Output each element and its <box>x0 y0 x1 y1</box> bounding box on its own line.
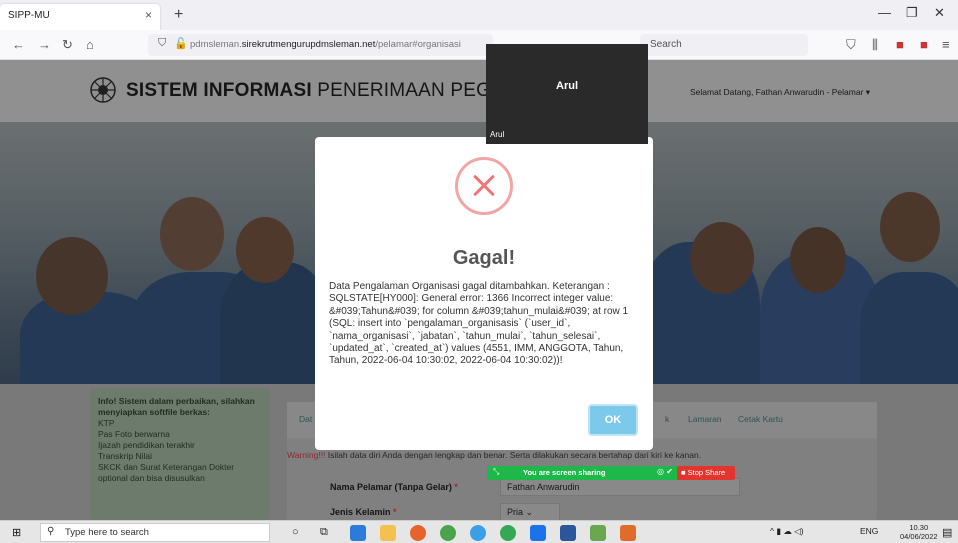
browser-search-box[interactable]: Search <box>640 34 808 56</box>
shield-icon[interactable]: ⛉ <box>158 37 166 50</box>
address-bar[interactable]: ⛉ 🔓 pdmsleman.sirekrutmengurupdmsleman.n… <box>148 34 493 56</box>
task-view-icon[interactable]: ⧉ <box>320 526 328 539</box>
app-icon[interactable] <box>590 525 606 541</box>
tray-icons[interactable]: ^ ▮ ☁ ◁) <box>770 526 804 537</box>
chrome-profile-icon[interactable] <box>500 525 516 541</box>
minimize-window-icon[interactable]: — <box>878 5 891 20</box>
menu-icon[interactable]: ≡ <box>942 37 950 52</box>
forward-icon[interactable]: → <box>38 37 51 52</box>
extension-icon[interactable]: ■ <box>920 37 928 52</box>
search-icon: ⚲ <box>47 526 55 537</box>
taskbar-app-icon[interactable] <box>350 525 366 541</box>
chrome-icon[interactable] <box>440 525 456 541</box>
url-text: pdmsleman.sirekrutmengurupdmsleman.net/p… <box>190 39 461 50</box>
extension-icon[interactable]: ■ <box>896 37 904 52</box>
app-icon[interactable] <box>530 525 546 541</box>
participant-name: Arul <box>556 80 578 92</box>
screen-share-bar[interactable]: ⤡ You are screen sharing ◎ ✔ ■ Stop Shar… <box>487 466 735 480</box>
dialog-message: Data Pengalaman Organisasi gagal ditamba… <box>329 281 629 367</box>
file-explorer-icon[interactable] <box>380 525 396 541</box>
ok-button[interactable]: OK <box>588 404 638 436</box>
reload-icon[interactable]: ↻ <box>62 37 73 53</box>
drag-handle-icon[interactable]: ⤡ <box>493 467 499 477</box>
windows-taskbar: ⊞ ⚲ Type here to search ○ ⧉ ^ ▮ ☁ ◁) ENG… <box>0 520 958 543</box>
firefox-icon[interactable] <box>410 525 426 541</box>
share-status-icon: ◎ ✔ <box>657 467 673 476</box>
system-clock[interactable]: 10.30 04/06/2022 <box>900 523 938 541</box>
browser-app-icon[interactable] <box>470 525 486 541</box>
error-x-icon <box>455 157 513 215</box>
taskbar-search-placeholder: Type here to search <box>65 527 149 538</box>
close-tab-icon[interactable]: × <box>145 8 152 22</box>
new-tab-button[interactable]: + <box>174 6 183 24</box>
taskbar-search-box[interactable]: ⚲ Type here to search <box>40 523 270 542</box>
word-icon[interactable] <box>560 525 576 541</box>
stop-share-button[interactable]: ■ Stop Share <box>677 466 735 480</box>
dialog-title: Gagal! <box>452 247 516 269</box>
browser-tabbar: SIPP-MU × + — ❐ ✕ <box>0 0 958 30</box>
back-icon[interactable]: ← <box>12 37 25 52</box>
cortana-icon[interactable]: ○ <box>292 526 299 538</box>
close-window-icon[interactable]: ✕ <box>934 5 945 21</box>
language-indicator[interactable]: ENG <box>860 526 878 536</box>
screen-share-status: You are screen sharing <box>523 468 606 477</box>
video-call-tile[interactable]: Arul Arul <box>486 44 648 144</box>
notifications-icon[interactable]: ▤ <box>942 526 952 539</box>
browser-tab[interactable]: SIPP-MU × <box>0 4 160 30</box>
app-icon[interactable] <box>620 525 636 541</box>
error-dialog: Gagal! Data Pengalaman Organisasi gagal … <box>315 137 653 450</box>
maximize-window-icon[interactable]: ❐ <box>906 5 918 21</box>
browser-search-placeholder: Search <box>650 39 682 50</box>
pocket-icon[interactable]: ⛉ <box>846 37 856 53</box>
home-icon[interactable]: ⌂ <box>86 37 94 52</box>
tab-title: SIPP-MU <box>8 10 50 21</box>
library-icon[interactable]: ⫼ <box>872 37 878 53</box>
participant-label: Arul <box>490 130 505 139</box>
windows-start-icon[interactable]: ⊞ <box>12 526 21 539</box>
insecure-lock-icon[interactable]: 🔓 <box>174 37 188 50</box>
browser-navbar: ← → ↻ ⌂ ⛉ 🔓 pdmsleman.sirekrutmengurupdm… <box>0 30 958 60</box>
